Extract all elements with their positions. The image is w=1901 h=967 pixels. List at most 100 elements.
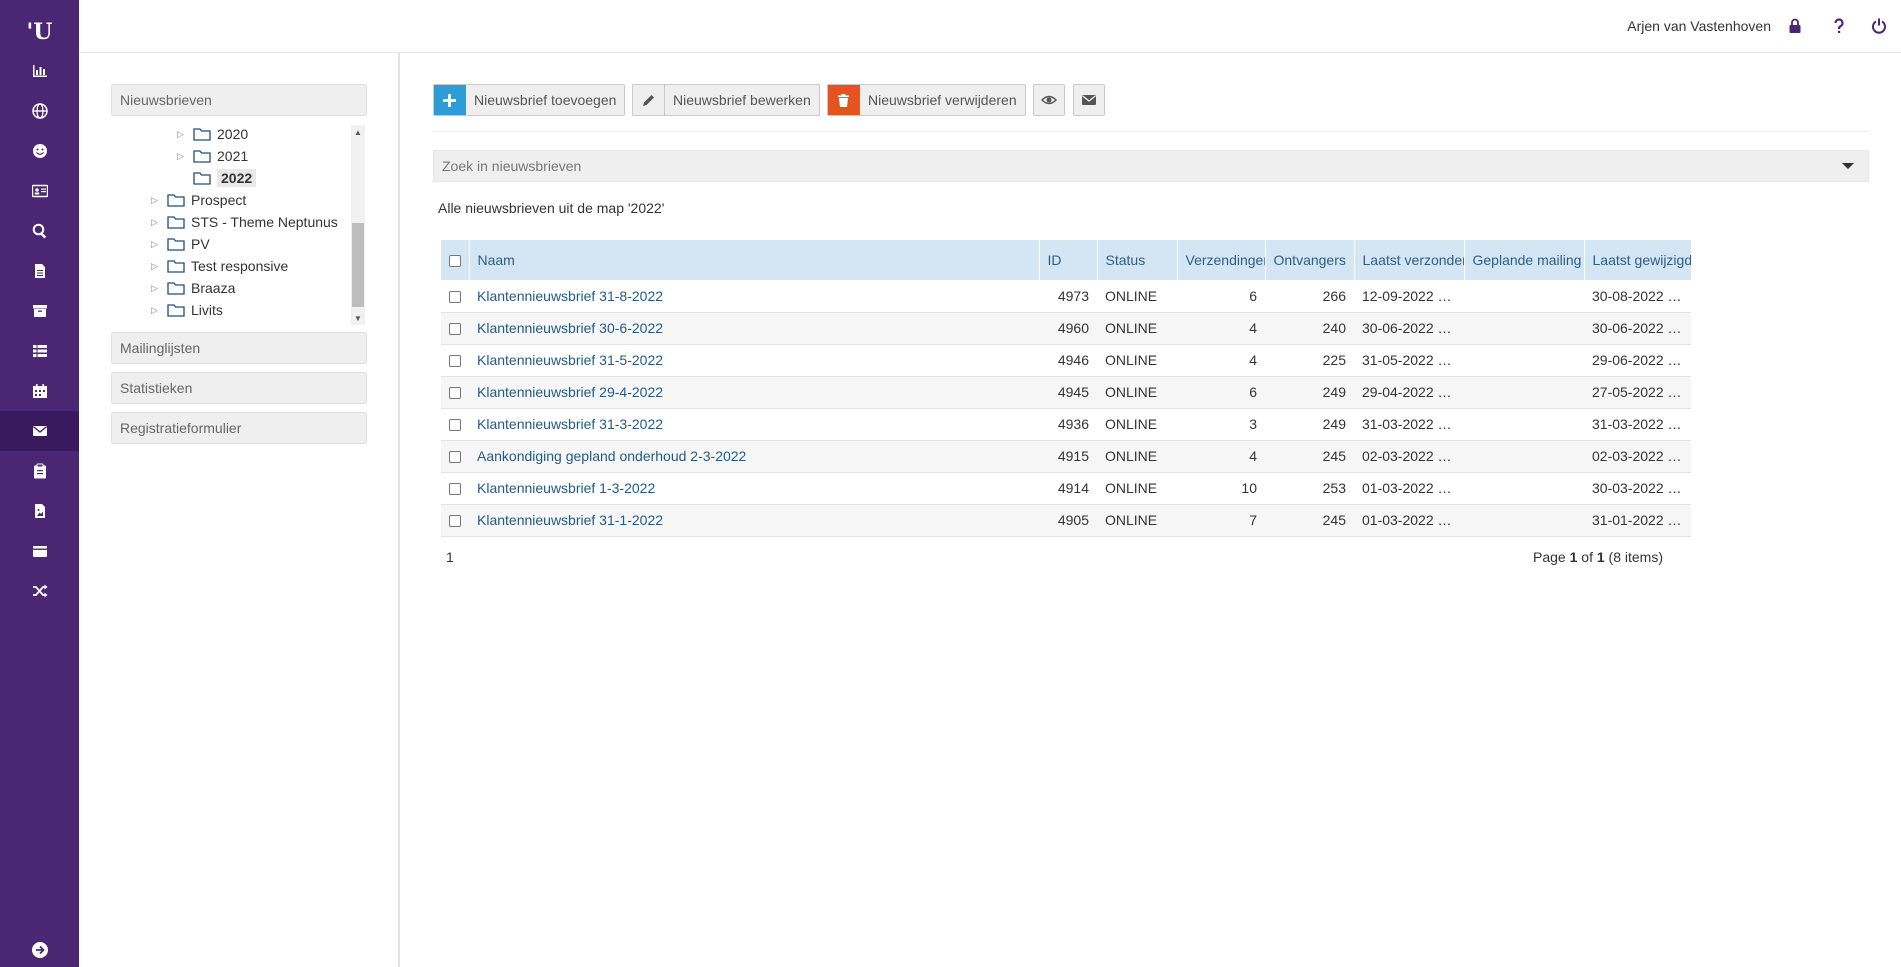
calendar-icon[interactable]	[0, 371, 79, 411]
newsletter-link[interactable]: Klantennieuwsbrief 29-4-2022	[477, 384, 663, 400]
expand-icon[interactable]: ▷	[151, 261, 161, 272]
cell-name: Klantennieuwsbrief 30-6-2022	[469, 312, 1039, 345]
id-card-icon[interactable]	[0, 171, 79, 211]
cell-last-sent: 01-03-2022 12:20	[1354, 504, 1464, 537]
newsletter-link[interactable]: Klantennieuwsbrief 30-6-2022	[477, 320, 663, 336]
send-button[interactable]	[1073, 84, 1105, 116]
arrow-right-circle-icon[interactable]	[0, 930, 79, 967]
folder-icon	[193, 171, 211, 185]
globe-icon[interactable]	[0, 91, 79, 131]
cell-id: 4960	[1039, 312, 1097, 345]
folder-icon	[193, 149, 211, 163]
cell-planned	[1464, 504, 1584, 537]
scroll-thumb[interactable]	[352, 223, 364, 307]
column-header[interactable]: Laatst verzonden	[1354, 240, 1465, 280]
chevron-down-icon[interactable]	[1842, 163, 1854, 169]
row-checkbox[interactable]	[441, 440, 469, 473]
column-header[interactable]: Naam	[469, 240, 1040, 280]
table-row[interactable]: Klantennieuwsbrief 31-3-2022 4936 ONLINE 3 2…	[441, 408, 1691, 441]
lock-icon[interactable]	[1785, 16, 1805, 36]
expand-icon[interactable]: ▷	[177, 129, 187, 140]
table-row[interactable]: Klantennieuwsbrief 31-5-2022 4946 ONLINE 4 2…	[441, 344, 1691, 377]
bar-chart-icon[interactable]	[0, 51, 79, 91]
expand-icon[interactable]: ▷	[151, 217, 161, 228]
clipboard-icon[interactable]	[0, 451, 79, 491]
newsletter-link[interactable]: Klantennieuwsbrief 31-5-2022	[477, 352, 663, 368]
column-header[interactable]: Ontvangers	[1265, 240, 1355, 280]
column-header[interactable]: ID	[1039, 240, 1098, 280]
cell-planned	[1464, 376, 1584, 409]
expand-icon[interactable]: ▷	[177, 151, 187, 162]
tree-item-selected[interactable]: 2022	[177, 167, 257, 189]
page-number[interactable]: 1	[446, 549, 454, 565]
cell-id: 4973	[1039, 280, 1097, 313]
row-checkbox[interactable]	[441, 312, 469, 345]
row-checkbox[interactable]	[441, 408, 469, 441]
cell-modified: 30-06-2022 15:40	[1584, 312, 1691, 345]
newsletter-link[interactable]: Klantennieuwsbrief 31-3-2022	[477, 416, 663, 432]
envelope-icon[interactable]	[0, 411, 79, 451]
section-header-statistieken[interactable]: Statistieken	[111, 372, 367, 404]
table-row[interactable]: Klantennieuwsbrief 31-8-2022 4973 ONLINE 6 2…	[441, 280, 1691, 313]
add-newsletter-button[interactable]: Nieuwsbrief toevoegen	[433, 84, 626, 116]
column-header[interactable]: Status	[1097, 240, 1178, 280]
tree-item[interactable]: ▷ 2020	[177, 123, 248, 145]
newsletter-link[interactable]: Aankondiging gepland onderhoud 2-3-2022	[477, 448, 746, 464]
scroll-up-icon[interactable]: ▲	[351, 125, 365, 139]
newsletter-link[interactable]: Klantennieuwsbrief 31-1-2022	[477, 512, 663, 528]
tree-item[interactable]: ▷ 2021	[177, 145, 248, 167]
section-header-mailinglijsten[interactable]: Mailinglijsten	[111, 332, 367, 364]
section-header-registratieformulier[interactable]: Registratieformulier	[111, 412, 367, 444]
document-icon[interactable]	[0, 251, 79, 291]
help-icon[interactable]	[1829, 16, 1849, 36]
column-header[interactable]: Geplande mailing	[1464, 240, 1585, 280]
row-checkbox[interactable]	[441, 472, 469, 505]
wallet-icon[interactable]	[0, 531, 79, 571]
scroll-down-icon[interactable]: ▼	[351, 311, 365, 325]
expand-icon[interactable]: ▷	[151, 283, 161, 294]
user-name[interactable]: Arjen van Vastenhoven	[1627, 18, 1771, 34]
tree-item[interactable]: ▷ Livits	[151, 299, 223, 321]
newsletter-link[interactable]: Klantennieuwsbrief 1-3-2022	[477, 480, 655, 496]
preview-button[interactable]	[1033, 84, 1065, 116]
smiley-icon[interactable]	[0, 131, 79, 171]
table-row[interactable]: Klantennieuwsbrief 29-4-2022 4945 ONLINE 6 2…	[441, 376, 1691, 409]
archive-icon[interactable]	[0, 291, 79, 331]
section-header-nieuwsbrieven[interactable]: Nieuwsbrieven	[111, 84, 367, 116]
table-row[interactable]: Klantennieuwsbrief 31-1-2022 4905 ONLINE 7 2…	[441, 504, 1691, 537]
list-icon[interactable]	[0, 331, 79, 371]
table-row[interactable]: Aankondiging gepland onderhoud 2-3-2022 4…	[441, 440, 1691, 473]
newsletter-link[interactable]: Klantennieuwsbrief 31-8-2022	[477, 288, 663, 304]
row-checkbox[interactable]	[441, 504, 469, 537]
expand-icon[interactable]: ▷	[151, 239, 161, 250]
tree-scrollbar[interactable]: ▲ ▼	[351, 125, 365, 325]
tree-item[interactable]: ▷ Prospect	[151, 189, 246, 211]
tree-item[interactable]: ▷ STS - Theme Neptunus	[151, 211, 338, 233]
app-logo[interactable]: 'U	[0, 14, 79, 50]
cell-modified: 29-06-2022 10:05	[1584, 344, 1691, 377]
column-header[interactable]: Verzendingen	[1177, 240, 1266, 280]
cell-last-sent: 31-03-2022 21:07	[1354, 408, 1464, 441]
shuffle-icon[interactable]	[0, 571, 79, 611]
tree-item[interactable]: ▷ Braaza	[151, 277, 235, 299]
row-checkbox[interactable]	[441, 344, 469, 377]
image-file-icon[interactable]	[0, 491, 79, 531]
column-header[interactable]: Laatst gewijzigd	[1584, 240, 1692, 280]
table-row[interactable]: Klantennieuwsbrief 30-6-2022 4960 ONLINE 4 2…	[441, 312, 1691, 345]
search-icon[interactable]	[0, 211, 79, 251]
cell-planned	[1464, 312, 1584, 345]
tree-item[interactable]: ▷ PV	[151, 233, 210, 255]
row-checkbox[interactable]	[441, 376, 469, 409]
cell-planned	[1464, 472, 1584, 505]
tree-item[interactable]: ▷ Test responsive	[151, 255, 288, 277]
search-panel-toggle[interactable]: Zoek in nieuwsbrieven	[433, 150, 1869, 182]
power-icon[interactable]	[1869, 16, 1889, 36]
select-all-checkbox[interactable]	[441, 240, 470, 280]
delete-newsletter-button[interactable]: Nieuwsbrief verwijderen	[827, 84, 1026, 116]
table-row[interactable]: Klantennieuwsbrief 1-3-2022 4914 ONLINE 10 2…	[441, 472, 1691, 505]
edit-newsletter-button[interactable]: Nieuwsbrief bewerken	[632, 84, 820, 116]
expand-icon[interactable]: ▷	[151, 305, 161, 316]
expand-icon[interactable]: ▷	[151, 195, 161, 206]
row-checkbox[interactable]	[441, 280, 469, 313]
tree-item-label: PV	[191, 236, 210, 252]
